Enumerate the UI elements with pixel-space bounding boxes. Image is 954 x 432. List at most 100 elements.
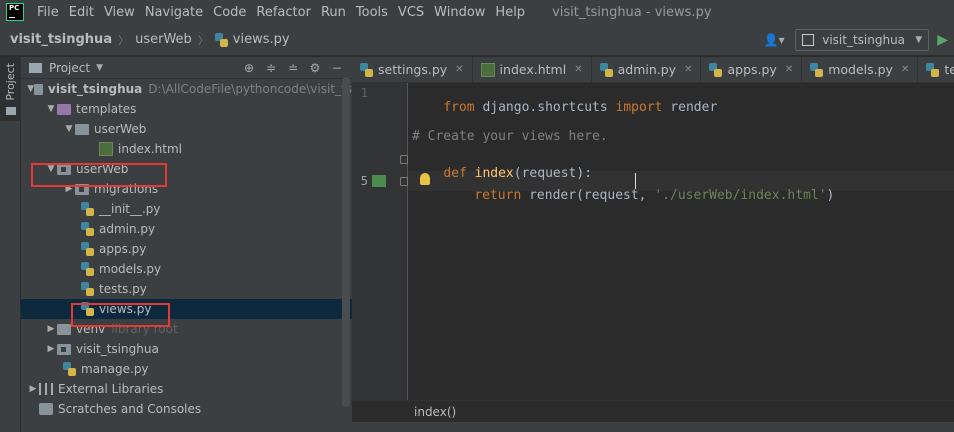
chevron-right-icon[interactable]: ▶ [45, 344, 57, 354]
tree-item-index-html[interactable]: index.html [21, 139, 352, 159]
code-line-1: from django.shortcuts import render [412, 85, 717, 130]
collapse-all-icon[interactable]: ≐ [282, 60, 304, 76]
locate-icon[interactable]: ⊕ [238, 60, 260, 76]
project-panel-title[interactable]: Project [49, 61, 90, 75]
tree-item-root[interactable]: ▼ visit_tsinghua D:\AllCodeFile\pythonco… [21, 79, 352, 99]
chevron-down-icon[interactable]: ▼ [27, 84, 34, 94]
tree-item-label: templates [76, 102, 137, 116]
code-text: render [662, 100, 718, 115]
menu-vcs[interactable]: VCS [393, 5, 429, 20]
tree-root-path: D:\AllCodeFile\pythoncode\visit_ts [148, 82, 352, 96]
tab-index-html[interactable]: index.html ✕ [473, 57, 592, 82]
tab-admin-py[interactable]: admin.py ✕ [592, 57, 702, 82]
chevron-right-icon[interactable]: ▶ [45, 324, 57, 334]
tab-models-py[interactable]: models.py ✕ [802, 57, 919, 82]
code-editor[interactable]: 1 5 from django.shortcuts import render … [352, 83, 954, 400]
hide-icon[interactable]: − [326, 60, 348, 76]
folder-icon [75, 123, 89, 135]
python-file-icon [360, 62, 373, 77]
tree-item-external-libraries[interactable]: ▶ External Libraries [21, 379, 352, 399]
breadcrumb-project[interactable]: visit_tsinghua [10, 32, 112, 47]
editor-tabs: settings.py ✕ index.html ✕ admin.py ✕ ap… [352, 57, 954, 83]
tab-label: admin.py [617, 62, 677, 77]
menu-view[interactable]: View [99, 5, 140, 20]
tree-item-admin-py[interactable]: admin.py [21, 219, 352, 239]
chevron-down-icon[interactable]: ▼ [63, 124, 75, 134]
tree-item-apps-py[interactable]: apps.py [21, 239, 352, 259]
package-folder-icon [57, 343, 71, 355]
folder-icon [34, 83, 44, 95]
tree-item-tests-py[interactable]: tests.py [21, 279, 352, 299]
menu-tools[interactable]: Tools [351, 5, 393, 20]
tree-item-label: models.py [99, 262, 162, 276]
tab-apps-py[interactable]: apps.py ✕ [701, 57, 803, 82]
close-icon[interactable]: ✕ [901, 64, 909, 75]
run-configuration-select[interactable]: visit_tsinghua ▼ [795, 29, 930, 51]
user-icon[interactable]: 👤▾ [757, 29, 791, 51]
run-gutter-icon[interactable] [372, 175, 386, 187]
fold-icon[interactable] [400, 177, 408, 186]
navigation-bar: visit_tsinghua 〉 userWeb 〉 views.py 👤▾ v… [0, 24, 954, 56]
tree-item-templates-userweb[interactable]: ▼ userWeb [21, 119, 352, 139]
tree-item-templates[interactable]: ▼ templates [21, 99, 352, 119]
tree-item-label: index.html [118, 142, 182, 156]
tree-item-label: visit_tsinghua [76, 342, 159, 356]
code-text: ) [826, 188, 835, 203]
expand-all-icon[interactable]: ≑ [260, 60, 282, 76]
chevron-down-icon[interactable]: ▼ [45, 104, 57, 114]
breadcrumb-folder[interactable]: userWeb [135, 32, 192, 47]
python-file-icon [81, 222, 94, 236]
tree-item-init-py[interactable]: __init__.py [21, 199, 352, 219]
menu-help[interactable]: Help [490, 5, 530, 20]
fold-icon[interactable] [400, 155, 408, 164]
python-file-icon [599, 62, 613, 77]
code-line-5: return render(request, './userWeb/index.… [443, 173, 834, 218]
tree-item-label: __init__.py [99, 202, 161, 216]
code-string: './userWeb/index.html' [654, 188, 827, 203]
chevron-down-icon: ▼ [915, 35, 923, 45]
tree-item-scratches[interactable]: Scratches and Consoles [21, 399, 352, 419]
project-tree: ▼ visit_tsinghua D:\AllCodeFile\pythonco… [21, 79, 352, 419]
annotation-box-views-py [71, 303, 170, 327]
menu-run[interactable]: Run [316, 5, 351, 20]
project-tool-tab[interactable]: Project [0, 57, 21, 121]
menu-window[interactable]: Window [429, 5, 490, 20]
menu-edit[interactable]: Edit [64, 5, 99, 20]
menu-code[interactable]: Code [208, 5, 251, 20]
close-icon[interactable]: ✕ [684, 64, 692, 75]
tree-item-manage-py[interactable]: manage.py [21, 359, 352, 379]
close-icon[interactable]: ✕ [574, 64, 582, 75]
lightbulb-icon[interactable] [420, 173, 430, 185]
close-icon[interactable]: ✕ [455, 64, 463, 75]
run-configuration-label: visit_tsinghua [822, 33, 906, 47]
tree-item-label: Scratches and Consoles [58, 402, 202, 416]
annotation-box-userweb [31, 163, 167, 187]
gear-icon[interactable]: ⚙ [304, 60, 326, 76]
tab-settings-py[interactable]: settings.py ✕ [352, 57, 473, 82]
tree-item-label: apps.py [99, 242, 147, 256]
tab-tests-py[interactable]: tests.py [918, 57, 954, 82]
html-file-icon [480, 62, 495, 77]
tree-item-visit-tsinghua[interactable]: ▶ visit_tsinghua [21, 339, 352, 359]
chevron-down-icon[interactable]: ▼ [96, 63, 103, 73]
folder-icon [57, 103, 71, 115]
tree-item-models-py[interactable]: models.py [21, 259, 352, 279]
code-text: render(request, [521, 188, 655, 203]
menu-refactor[interactable]: Refactor [251, 5, 316, 20]
tree-item-label: tests.py [99, 282, 147, 296]
tab-label: apps.py [727, 62, 777, 77]
tree-root-name: visit_tsinghua [48, 82, 143, 96]
close-icon[interactable]: ✕ [785, 64, 793, 75]
run-icon[interactable]: ▶ [937, 32, 948, 48]
menu-file[interactable]: File [32, 5, 64, 20]
line-number-5: 5 [360, 174, 368, 188]
editor-breadcrumb-function[interactable]: index() [414, 405, 456, 419]
code-keyword: from [443, 100, 475, 115]
menu-navigate[interactable]: Navigate [140, 5, 208, 20]
chevron-right-icon[interactable]: ▶ [27, 384, 39, 394]
line-number-1: 1 [360, 86, 368, 100]
left-tool-stripe: Project [0, 57, 21, 432]
breadcrumb-file[interactable]: views.py [233, 32, 290, 47]
project-panel-scrollbar[interactable] [342, 77, 350, 407]
editor-breadcrumb: index() [352, 400, 954, 422]
